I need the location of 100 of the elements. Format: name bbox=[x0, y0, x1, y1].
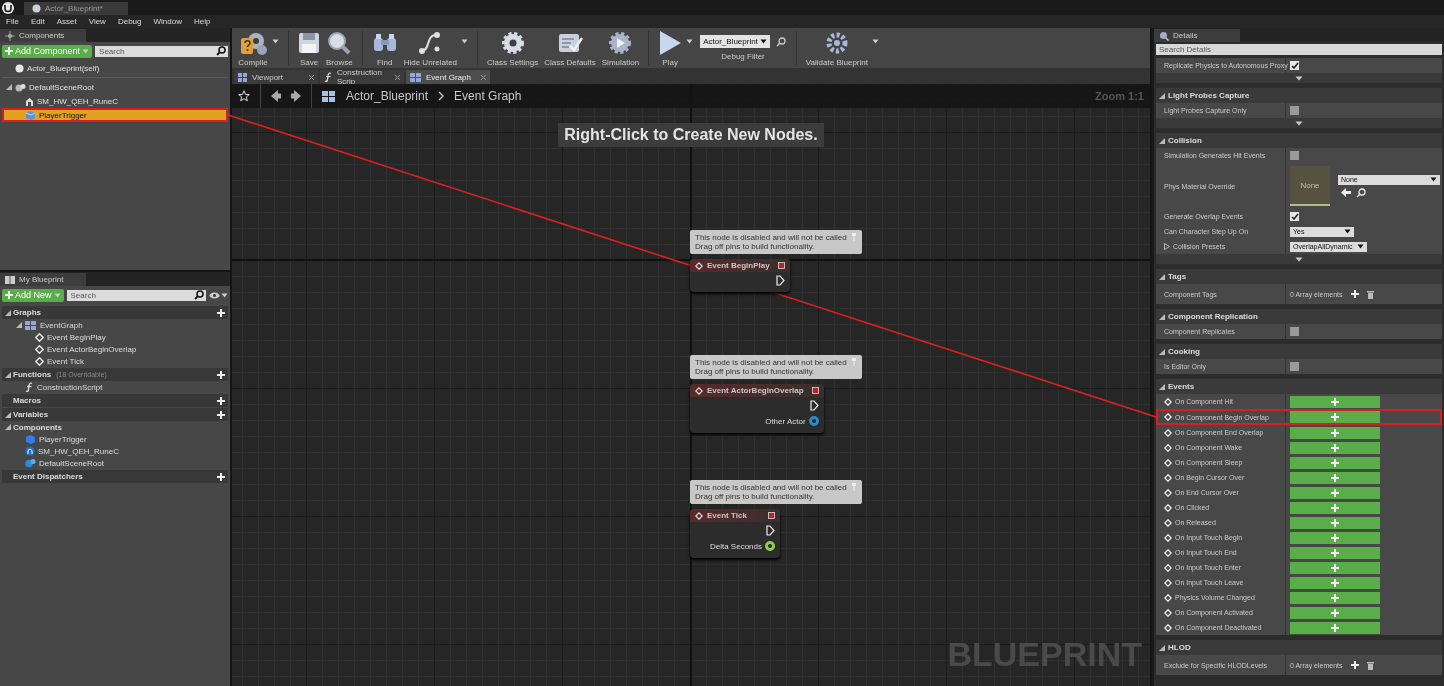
expanded-arrow-icon[interactable] bbox=[1159, 92, 1165, 99]
back-arrow-icon[interactable] bbox=[271, 90, 281, 102]
checkbox[interactable] bbox=[1290, 212, 1299, 221]
toolbar-button[interactable]: Class Settings bbox=[484, 29, 542, 67]
close-icon[interactable] bbox=[481, 74, 486, 80]
checkbox[interactable] bbox=[1290, 61, 1299, 70]
category-header[interactable]: Collision bbox=[1156, 133, 1442, 148]
category-header[interactable]: Components bbox=[2, 421, 228, 433]
expanded-arrow-icon[interactable] bbox=[1159, 348, 1165, 355]
section-header[interactable]: Graphs bbox=[2, 306, 228, 319]
editor-tab[interactable]: Viewport bbox=[234, 70, 318, 84]
tree-item[interactable]: Event ActorBeginOverlap bbox=[2, 343, 228, 355]
tree-item[interactable]: PlayerTrigger bbox=[2, 108, 228, 122]
add-icon[interactable] bbox=[217, 410, 225, 419]
category-header[interactable]: Cooking bbox=[1156, 344, 1442, 359]
checkbox[interactable] bbox=[1290, 327, 1299, 336]
dropdown-caret-icon[interactable] bbox=[272, 38, 279, 44]
tree-item[interactable]: DefaultSceneRoot bbox=[2, 457, 228, 469]
expanded-arrow-icon[interactable] bbox=[6, 84, 12, 90]
checkbox[interactable] bbox=[1290, 106, 1299, 115]
search-field[interactable]: Search Details bbox=[1156, 44, 1442, 55]
tree-item[interactable]: ConstructionScript bbox=[2, 381, 228, 393]
toolbar-button[interactable]: Validate Blueprint bbox=[802, 29, 871, 67]
search-icon[interactable] bbox=[775, 36, 786, 47]
add-event-button[interactable] bbox=[1290, 531, 1380, 544]
add-event-button[interactable] bbox=[1290, 591, 1380, 604]
tree-item[interactable]: EventGraph bbox=[2, 319, 228, 331]
add-event-button[interactable] bbox=[1290, 621, 1380, 634]
star-icon[interactable] bbox=[238, 90, 250, 102]
add-event-button[interactable] bbox=[1290, 486, 1380, 499]
dropdown-caret-icon[interactable] bbox=[461, 38, 469, 44]
arrow-icon[interactable] bbox=[1341, 187, 1351, 197]
search-icon[interactable] bbox=[1356, 187, 1366, 198]
menu-item[interactable]: Help bbox=[193, 17, 211, 26]
add-icon[interactable] bbox=[1350, 661, 1359, 669]
graph-canvas[interactable] bbox=[232, 84, 1150, 686]
add-event-button[interactable] bbox=[1290, 471, 1380, 484]
menu-item[interactable]: Window bbox=[153, 17, 182, 26]
document-tab[interactable]: Actor_Blueprint* bbox=[24, 2, 128, 15]
toolbar-button[interactable]: Simulation bbox=[598, 29, 643, 67]
close-icon[interactable] bbox=[395, 74, 400, 80]
menu-item[interactable]: File bbox=[6, 17, 19, 26]
search-icon[interactable] bbox=[216, 46, 226, 56]
add-event-button[interactable] bbox=[1290, 456, 1380, 469]
editor-tab[interactable]: Event Graph bbox=[406, 70, 490, 84]
checkbox[interactable] bbox=[1290, 362, 1299, 371]
add-event-button[interactable] bbox=[1290, 441, 1380, 454]
expand-arrow-icon[interactable] bbox=[1295, 120, 1303, 126]
toolbar-button[interactable]: Browse bbox=[323, 29, 356, 67]
trash-icon[interactable] bbox=[1366, 660, 1374, 670]
debug-filter-dropdown[interactable]: Actor_Blueprint bbox=[700, 35, 770, 48]
dropdown-caret-icon[interactable] bbox=[686, 38, 694, 44]
add-event-button[interactable] bbox=[1290, 426, 1380, 439]
section-header[interactable]: Macros bbox=[2, 394, 228, 407]
expanded-arrow-icon[interactable] bbox=[1159, 383, 1165, 390]
add-icon[interactable] bbox=[217, 370, 225, 379]
expand-arrow-icon[interactable] bbox=[1295, 75, 1303, 81]
toolbar-button[interactable]: Hide Unrelated bbox=[400, 29, 461, 67]
toolbar-button[interactable]: Find bbox=[368, 29, 401, 67]
add-icon[interactable] bbox=[217, 396, 225, 405]
tree-item[interactable]: PlayerTrigger bbox=[2, 433, 228, 445]
add-event-button[interactable] bbox=[1290, 606, 1380, 619]
category-header[interactable]: HLOD bbox=[1156, 640, 1442, 655]
menu-item[interactable]: Edit bbox=[30, 17, 45, 26]
add-event-button[interactable] bbox=[1290, 576, 1380, 589]
toolbar-button[interactable]: Class Defaults bbox=[541, 29, 599, 67]
add-event-button[interactable] bbox=[1290, 395, 1380, 408]
tree-item[interactable]: Event Tick bbox=[2, 355, 228, 367]
category-header[interactable]: Tags bbox=[1156, 269, 1442, 284]
expanded-arrow-icon[interactable] bbox=[1159, 273, 1165, 280]
category-header[interactable]: Events bbox=[1156, 379, 1442, 394]
search-icon[interactable] bbox=[194, 290, 204, 300]
menu-item[interactable]: Asset bbox=[56, 17, 77, 26]
toolbar-button[interactable]: Play bbox=[655, 29, 686, 67]
expanded-arrow-icon[interactable] bbox=[1159, 313, 1165, 320]
toolbar-button[interactable]: Save bbox=[295, 29, 323, 67]
section-header[interactable]: Variables bbox=[2, 408, 228, 421]
panel-tab[interactable]: Components bbox=[0, 29, 86, 42]
tree-item[interactable]: SM_HW_QEH_RuneC bbox=[2, 94, 228, 108]
caret-icon[interactable] bbox=[221, 292, 228, 298]
menu-item[interactable]: Debug bbox=[117, 17, 142, 26]
expanded-arrow-icon[interactable] bbox=[1159, 644, 1165, 651]
material-thumbnail[interactable]: None bbox=[1290, 166, 1330, 206]
add-event-button[interactable] bbox=[1290, 546, 1380, 559]
close-icon[interactable] bbox=[309, 74, 314, 80]
panel-tab[interactable]: Details bbox=[1154, 29, 1240, 42]
add-icon[interactable] bbox=[1350, 290, 1359, 298]
tree-item[interactable]: DefaultSceneRoot bbox=[2, 80, 228, 94]
menu-item[interactable]: View bbox=[88, 17, 106, 26]
add-icon[interactable] bbox=[217, 308, 225, 317]
breadcrumb-link[interactable]: Event Graph bbox=[454, 89, 522, 103]
dropdown-caret-icon[interactable] bbox=[871, 38, 879, 44]
trash-icon[interactable] bbox=[1366, 289, 1374, 299]
toolbar-button[interactable]: Compile bbox=[235, 29, 271, 67]
collapsed-arrow-icon[interactable] bbox=[1164, 243, 1170, 250]
tree-item[interactable]: SM_HW_QEH_RuneC bbox=[2, 445, 228, 457]
add-icon[interactable] bbox=[217, 472, 225, 481]
visibility-button[interactable] bbox=[209, 291, 228, 299]
expanded-arrow-icon[interactable] bbox=[5, 371, 11, 378]
checkbox[interactable] bbox=[1290, 151, 1299, 160]
